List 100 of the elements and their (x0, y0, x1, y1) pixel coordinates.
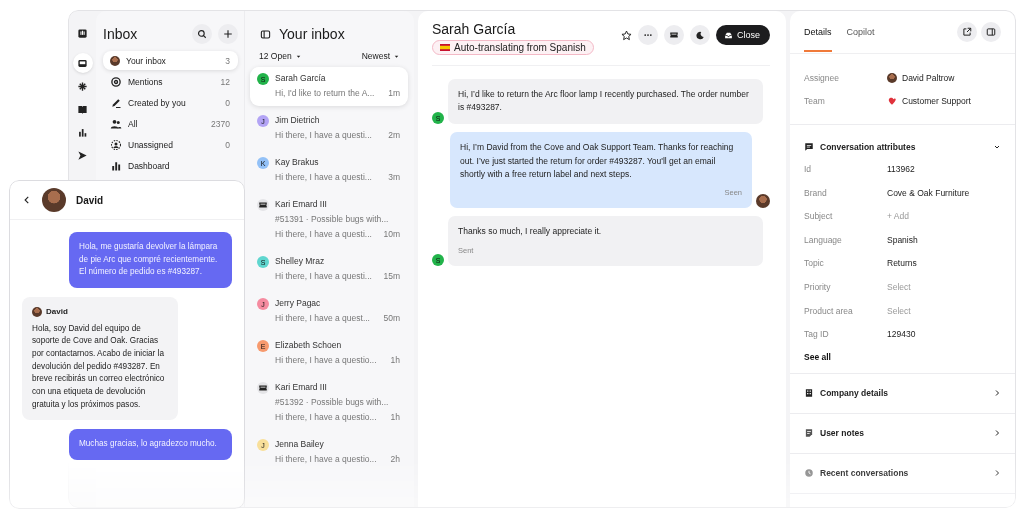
flag-icon (440, 44, 450, 51)
send-icon (77, 149, 88, 161)
nav-item[interactable]: Your inbox 3 (103, 51, 238, 70)
contact-name: Kari Emard III (275, 382, 328, 392)
conversation-item[interactable]: Kari Emard III #51392 · Possible bugs with... Hi there, I have a questio... 1h (250, 376, 408, 430)
contact-name: Kay Brakus (275, 157, 320, 167)
message-preview: Hi there, I have a questio... (275, 412, 377, 422)
list-title: Your inbox (279, 26, 345, 42)
field-label: Brand (804, 187, 828, 198)
nav-item[interactable]: Created by you 0 (103, 93, 238, 112)
timestamp: 10m (383, 229, 400, 239)
contact-name: Jenna Bailey (275, 439, 325, 449)
message-preview: Hi there, I have a questi... (275, 271, 372, 281)
sort-dropdown[interactable]: Newest (361, 51, 400, 61)
message-preview: Hi there, I have a quest... (275, 313, 370, 323)
ticket-subject: #51392 · Possible bugs with... (275, 397, 389, 407)
message-text: Muchas gracias, lo agradezco mucho. (79, 439, 217, 449)
field-label: Id (804, 164, 813, 174)
avatar-icon (42, 188, 66, 212)
translation-badge: Auto-translating from Spanish (432, 40, 594, 55)
back-button[interactable] (22, 195, 32, 205)
message-preview: Hi, I'd like to return the A... (275, 88, 375, 98)
timestamp: 15m (383, 271, 400, 281)
contact-name: Jim Dietrich (275, 115, 321, 125)
tab[interactable]: Copilot (846, 12, 875, 52)
ticket-button[interactable] (664, 25, 684, 45)
nav-item[interactable]: Unassigned 0 (103, 135, 238, 154)
add-button[interactable] (218, 24, 238, 44)
field-value[interactable]: 113962 (887, 164, 915, 174)
star-button[interactable] (621, 29, 632, 41)
section-header[interactable]: Company details (790, 373, 1015, 414)
message-preview: Hi there, I have a questi... (275, 130, 372, 140)
snooze-button[interactable] (690, 25, 710, 45)
field-label: Product area (804, 305, 854, 316)
field-label: Tag ID (804, 329, 830, 340)
bar-chart-icon (77, 126, 88, 138)
ticket-icon (258, 200, 268, 210)
inbox-icon (77, 57, 88, 69)
nav-item[interactable]: Mentions 12 (103, 72, 238, 91)
field-value[interactable]: Returns (887, 258, 917, 269)
contact-name: Elizabeth Schoen (275, 340, 343, 350)
chevron-right-icon (993, 469, 1001, 478)
inbox-icon (724, 30, 733, 40)
search-button[interactable] (192, 24, 212, 44)
field-value: David Paltrow (902, 72, 955, 83)
book-icon (77, 103, 88, 115)
close-button[interactable]: Close (716, 25, 770, 45)
ticket-icon (258, 383, 268, 393)
message-text: Hi, I’d like to return the Arc floor lamp I recently purchased. The order number is #493287. (458, 89, 749, 113)
asterisk-icon (77, 80, 88, 92)
more-button[interactable] (638, 25, 658, 45)
field-value[interactable]: Cove & Oak Furniture (887, 187, 970, 198)
clock-icon (804, 468, 814, 479)
timestamp: 50m (383, 313, 400, 323)
open-external-button[interactable] (957, 22, 977, 42)
section-header[interactable]: Recent conversations (790, 453, 1015, 494)
timestamp: 1m (388, 88, 400, 98)
message-text: Hi, I’m David from the Cove and Oak Support Team. Thanks for reaching out. I’ve just started the return for order #493287. You'll get an email shortly with a free return label and next steps. (460, 142, 734, 179)
search-icon (197, 29, 207, 39)
conversation-item[interactable]: Kari Emard III #51391 · Possible bugs with... Hi there, I have a questi... 10m (250, 193, 408, 247)
field-label: Topic (804, 258, 825, 269)
section-header[interactable]: User notes (790, 413, 1015, 454)
panel-toggle-button[interactable] (981, 22, 1001, 42)
timestamp: 1h (390, 412, 400, 422)
nav-item[interactable]: Dashboard (103, 156, 238, 175)
field-label: Subject (804, 211, 834, 222)
nav-item[interactable]: All 2370 (103, 114, 238, 133)
message-text: Hola, me gustaría devolver la lámpara de pie Arc que compré recientemente. El número de pedido es #493287. (79, 242, 218, 277)
field-label: Priority (804, 281, 832, 292)
timestamp: 1h (390, 355, 400, 365)
ticket-subject: #51391 · Possible bugs with... (275, 214, 389, 224)
contact-name: Sarah García (275, 73, 327, 83)
ticket-icon (669, 30, 679, 40)
field-label: Assignee (804, 72, 840, 83)
see-all-link[interactable]: See all (790, 345, 845, 362)
message-text: Thanks so much, I really appreciate it. (458, 226, 602, 237)
people-icon (110, 117, 122, 130)
timestamp: 2h (390, 454, 400, 464)
plus-icon (223, 29, 233, 39)
message-preview: Hi there, I have a questio... (275, 355, 377, 365)
contact-name: Kari Emard III (275, 199, 328, 209)
message-preview: Hi there, I have a questi... (275, 229, 372, 239)
field-value: Customer Support (902, 96, 971, 107)
timestamp: 3m (388, 172, 400, 182)
avatar-icon (756, 194, 770, 209)
status-filter[interactable]: 12 Open (259, 51, 302, 61)
sidebar-toggle-icon (260, 28, 271, 40)
panel-icon (986, 27, 996, 37)
message-text: Hola, soy David del equipo de soporte de Cove and Oak. Gracias por contactarnos. Acabo de iniciar la devolución del pedido #493287. En breve recibirás un correo electrónico con una etiqueta de devolución gratuita y los próximos pasos. (32, 323, 165, 409)
bar-chart-icon (110, 159, 122, 172)
field-label: Team (804, 96, 826, 107)
chevron-right-icon (993, 429, 1001, 438)
contact-name: Shelley Mraz (275, 256, 326, 266)
tab[interactable]: Details (804, 12, 832, 52)
field-value[interactable]: 129430 (887, 329, 916, 340)
section-header[interactable]: Conversation attributes (790, 137, 1015, 158)
back-icon (22, 195, 32, 205)
field-value[interactable]: Spanish (887, 234, 918, 245)
building-icon (804, 388, 814, 399)
sidebar-icon-button[interactable] (72, 53, 93, 73)
